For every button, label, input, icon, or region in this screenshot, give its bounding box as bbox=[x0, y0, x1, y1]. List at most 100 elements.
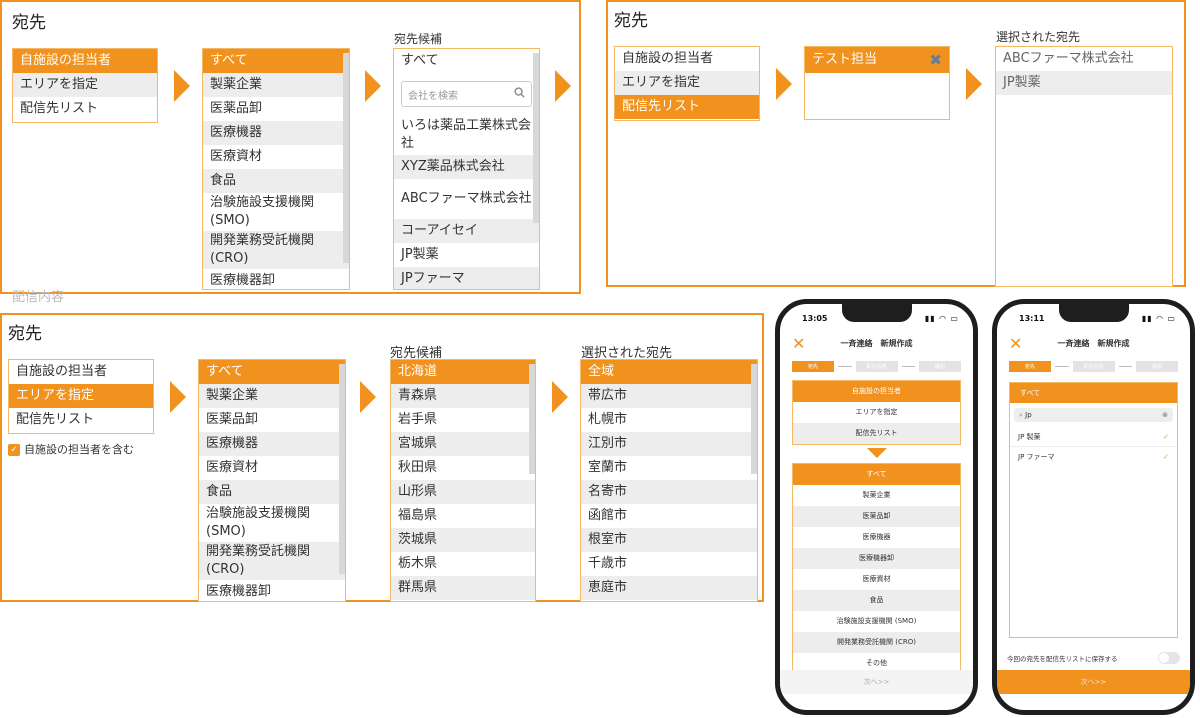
category-item[interactable]: 製薬企業 bbox=[203, 73, 349, 97]
selected-item[interactable]: ABCファーマ株式会社 bbox=[996, 47, 1172, 71]
category-item[interactable]: 医療機器 bbox=[199, 432, 345, 456]
category-item[interactable]: 開発業務受託機関 (CRO) bbox=[793, 632, 960, 653]
scrollbar[interactable] bbox=[343, 53, 349, 263]
clear-icon[interactable]: ⊗ bbox=[1162, 411, 1168, 419]
category-item[interactable]: 製薬企業 bbox=[199, 384, 345, 408]
prefecture-item[interactable]: 宮城県 bbox=[391, 432, 535, 456]
company-search-input[interactable]: 会社を検索 bbox=[401, 81, 532, 107]
type-delivery-list[interactable]: 配信先リスト bbox=[13, 97, 157, 121]
type-area[interactable]: エリアを指定 bbox=[9, 384, 153, 408]
scrollbar[interactable] bbox=[529, 364, 535, 474]
prefecture-item[interactable]: 岩手県 bbox=[391, 408, 535, 432]
prefecture-item[interactable]: 青森県 bbox=[391, 384, 535, 408]
result-item[interactable]: JP 製薬 ✓ bbox=[1010, 427, 1177, 447]
city-item[interactable]: 名寄市 bbox=[581, 480, 757, 504]
candidate-item[interactable]: コーアイセイ bbox=[394, 219, 539, 243]
category-item[interactable]: すべて bbox=[793, 464, 960, 485]
city-item[interactable]: 札幌市 bbox=[581, 408, 757, 432]
scrollbar[interactable] bbox=[751, 364, 757, 474]
delivery-list-item[interactable]: テスト担当 ✖ bbox=[805, 47, 949, 73]
category-item[interactable]: 開発業務受託機関(CRO) bbox=[199, 542, 345, 580]
category-item[interactable]: 医薬品卸 bbox=[793, 506, 960, 527]
prefecture-item[interactable]: 北海道 bbox=[391, 360, 535, 384]
close-icon[interactable]: ✖ bbox=[929, 50, 942, 70]
type-delivery-list[interactable]: 配信先リスト bbox=[615, 95, 759, 119]
status-time: 13:11 bbox=[1019, 314, 1045, 323]
category-item[interactable]: 医薬品卸 bbox=[199, 408, 345, 432]
arrow-right-icon bbox=[776, 68, 792, 100]
city-item[interactable]: 室蘭市 bbox=[581, 456, 757, 480]
city-item[interactable]: 全域 bbox=[581, 360, 757, 384]
include-own-staff-checkbox[interactable]: ✓ 自施設の担当者を含む bbox=[8, 441, 134, 457]
candidate-item[interactable]: JPファーマ bbox=[394, 267, 539, 289]
type-delivery-list[interactable]: 配信先リスト bbox=[793, 423, 960, 444]
next-button[interactable]: 次へ>> bbox=[780, 670, 973, 694]
candidate-all[interactable]: すべて bbox=[394, 49, 539, 73]
type-area[interactable]: エリアを指定 bbox=[13, 73, 157, 97]
close-icon[interactable]: ✕ bbox=[1009, 334, 1022, 354]
city-item[interactable]: 千歳市 bbox=[581, 552, 757, 576]
type-area[interactable]: エリアを指定 bbox=[615, 71, 759, 95]
save-list-toggle-row: 今回の宛先を配信先リストに保存する bbox=[1007, 652, 1180, 664]
category-item[interactable]: 治験施設支援機関(SMO) bbox=[199, 504, 345, 542]
city-item[interactable]: 函館市 bbox=[581, 504, 757, 528]
scrollbar[interactable] bbox=[533, 53, 539, 223]
city-item[interactable]: 帯広市 bbox=[581, 384, 757, 408]
prefecture-item[interactable]: 山形県 bbox=[391, 480, 535, 504]
arrow-right-icon bbox=[555, 70, 571, 102]
save-list-label: 今回の宛先を配信先リストに保存する bbox=[1007, 655, 1118, 663]
category-item[interactable]: 医療機器卸 bbox=[793, 548, 960, 569]
category-item[interactable]: すべて bbox=[199, 360, 345, 384]
company-search-input[interactable]: ⌕ Jp ⊗ bbox=[1014, 408, 1173, 422]
category-item[interactable]: 医療資材 bbox=[793, 569, 960, 590]
candidate-item[interactable]: ABCファーマ株式会社 bbox=[394, 179, 539, 219]
type-own-staff[interactable]: 自施設の担当者 bbox=[615, 47, 759, 71]
category-item[interactable]: 医療機器 bbox=[793, 527, 960, 548]
category-item[interactable]: 医療資材 bbox=[203, 145, 349, 169]
candidate-item[interactable]: いろは薬品工業株式会社 bbox=[394, 115, 539, 155]
panel-destination-2: 宛先 自施設の担当者 エリアを指定 配信先リスト テスト担当 ✖ 選択された宛先… bbox=[606, 0, 1186, 287]
category-item[interactable]: 治験施設支援機関 (SMO) bbox=[793, 611, 960, 632]
type-own-staff[interactable]: 自施設の担当者 bbox=[9, 360, 153, 384]
category-item[interactable]: 製薬企業 bbox=[793, 485, 960, 506]
selected-item[interactable]: JP製薬 bbox=[996, 71, 1172, 95]
candidate-item[interactable]: JP製薬 bbox=[394, 243, 539, 267]
status-icons: ▮▮ ◠ ▭ bbox=[1141, 314, 1176, 323]
prefecture-item[interactable]: 福島県 bbox=[391, 504, 535, 528]
next-button[interactable]: 次へ>> bbox=[997, 670, 1190, 694]
category-item[interactable]: 食品 bbox=[199, 480, 345, 504]
type-own-staff[interactable]: 自施設の担当者 bbox=[793, 381, 960, 402]
city-item[interactable]: 江別市 bbox=[581, 432, 757, 456]
prefecture-item[interactable]: 茨城県 bbox=[391, 528, 535, 552]
panel-destination-1: 宛先 自施設の担当者 エリアを指定 配信先リスト すべて 製薬企業 医薬品卸 医… bbox=[0, 0, 581, 305]
category-item[interactable]: 医療機器卸 bbox=[203, 269, 349, 289]
category-item[interactable]: すべて bbox=[203, 49, 349, 73]
category-item[interactable]: 食品 bbox=[793, 590, 960, 611]
category-item[interactable]: 医療機器卸 bbox=[199, 580, 345, 601]
category-item[interactable]: 医薬品卸 bbox=[203, 97, 349, 121]
prefecture-item[interactable]: 栃木県 bbox=[391, 552, 535, 576]
arrow-right-icon bbox=[966, 68, 982, 100]
step-content: 配信内容 bbox=[855, 360, 898, 372]
category-item[interactable]: 食品 bbox=[203, 169, 349, 193]
toggle-switch[interactable] bbox=[1158, 652, 1180, 664]
city-item[interactable]: 恵庭市 bbox=[581, 576, 757, 600]
category-item[interactable]: 医療機器 bbox=[203, 121, 349, 145]
prefecture-item[interactable]: 群馬県 bbox=[391, 576, 535, 600]
type-delivery-list[interactable]: 配信先リスト bbox=[9, 408, 153, 432]
category-item[interactable]: 開発業務受託機関(CRO) bbox=[203, 231, 349, 269]
candidate-item[interactable]: XYZ薬品株式会社 bbox=[394, 155, 539, 179]
type-area[interactable]: エリアを指定 bbox=[793, 402, 960, 423]
category-item[interactable]: 医療資材 bbox=[199, 456, 345, 480]
prefecture-item[interactable]: 秋田県 bbox=[391, 456, 535, 480]
city-item[interactable]: 根室市 bbox=[581, 528, 757, 552]
type-own-staff[interactable]: 自施設の担当者 bbox=[13, 49, 157, 73]
close-icon[interactable]: ✕ bbox=[792, 334, 805, 354]
category-item[interactable]: 治験施設支援機関(SMO) bbox=[203, 193, 349, 231]
select-all-item[interactable]: すべて bbox=[1010, 383, 1177, 403]
panel-title: 宛先 bbox=[12, 13, 46, 33]
scrollbar[interactable] bbox=[339, 364, 345, 574]
step-indicator: 宛先 配信内容 確認 bbox=[792, 360, 961, 372]
result-item[interactable]: JP ファーマ ✓ bbox=[1010, 447, 1177, 467]
step-confirm: 確認 bbox=[919, 360, 961, 372]
